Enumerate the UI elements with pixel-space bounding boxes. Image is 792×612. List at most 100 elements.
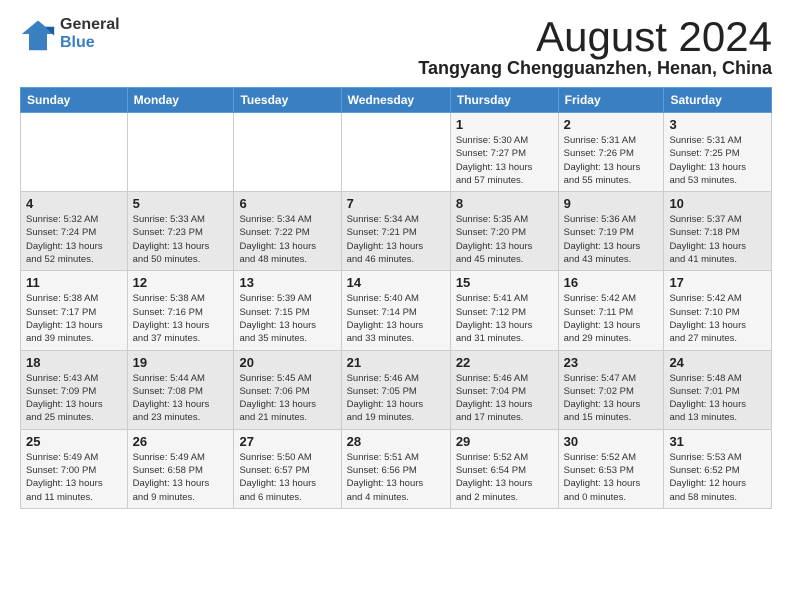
logo-text: General Blue <box>60 16 120 51</box>
day-number: 7 <box>347 196 445 211</box>
week-row-3: 11Sunrise: 5:38 AM Sunset: 7:17 PM Dayli… <box>21 271 772 350</box>
day-cell: 30Sunrise: 5:52 AM Sunset: 6:53 PM Dayli… <box>558 429 664 508</box>
weekday-header-monday: Monday <box>127 88 234 113</box>
week-row-4: 18 Sunrise: 5:43 AM Sunset: 7:09 PM Dayli… <box>21 350 772 429</box>
day-number: 23 <box>564 355 659 370</box>
day-number: 20 <box>239 355 335 370</box>
day-number: 24 <box>669 355 766 370</box>
day-cell: 11Sunrise: 5:38 AM Sunset: 7:17 PM Dayli… <box>21 271 128 350</box>
day-number: 22 <box>456 355 553 370</box>
day-info: Sunrise: 5:31 AM Sunset: 7:25 PM Dayligh… <box>669 134 766 187</box>
day-info: Sunrise: 5:32 AM Sunset: 7:24 PM Dayligh… <box>26 213 122 266</box>
day-info: Sunrise: 5:42 AM Sunset: 7:10 PM Dayligh… <box>669 292 766 345</box>
day-number: 29 <box>456 434 553 449</box>
day-info: Sunrise: 5:30 AM Sunset: 7:27 PM Dayligh… <box>456 134 553 187</box>
day-cell: 26 Sunrise: 5:49 AM Sunset: 6:58 PM Dayli… <box>127 429 234 508</box>
day-cell: 6 Sunrise: 5:34 AM Sunset: 7:22 PM Daylig… <box>234 192 341 271</box>
logo-blue-text: Blue <box>60 34 120 52</box>
day-number: 26 <box>133 434 229 449</box>
day-cell: 15 Sunrise: 5:41 AM Sunset: 7:12 PM Dayli… <box>450 271 558 350</box>
day-number: 11 <box>26 275 122 290</box>
day-number: 15 <box>456 275 553 290</box>
day-cell: 22 Sunrise: 5:46 AM Sunset: 7:04 PM Dayli… <box>450 350 558 429</box>
title-section: August 2024 Tangyang Chengguanzhen, Hena… <box>418 16 772 79</box>
day-info: Sunrise: 5:44 AM Sunset: 7:08 PM Dayligh… <box>133 372 229 425</box>
day-number: 10 <box>669 196 766 211</box>
day-info: Sunrise: 5:34 AM Sunset: 7:22 PM Dayligh… <box>239 213 335 266</box>
day-info: Sunrise: 5:36 AM Sunset: 7:19 PM Dayligh… <box>564 213 659 266</box>
day-cell: 12 Sunrise: 5:38 AM Sunset: 7:16 PM Dayli… <box>127 271 234 350</box>
logo-general-text: General <box>60 16 120 34</box>
day-cell: 16Sunrise: 5:42 AM Sunset: 7:11 PM Dayli… <box>558 271 664 350</box>
day-info: Sunrise: 5:46 AM Sunset: 7:05 PM Dayligh… <box>347 372 445 425</box>
logo-icon <box>20 16 56 52</box>
week-row-5: 25 Sunrise: 5:49 AM Sunset: 7:00 PM Dayli… <box>21 429 772 508</box>
day-cell: 31 Sunrise: 5:53 AM Sunset: 6:52 PM Dayli… <box>664 429 772 508</box>
day-info: Sunrise: 5:52 AM Sunset: 6:54 PM Dayligh… <box>456 451 553 504</box>
day-info: Sunrise: 5:37 AM Sunset: 7:18 PM Dayligh… <box>669 213 766 266</box>
day-cell: 13Sunrise: 5:39 AM Sunset: 7:15 PM Dayli… <box>234 271 341 350</box>
day-cell: 14 Sunrise: 5:40 AM Sunset: 7:14 PM Dayli… <box>341 271 450 350</box>
day-number: 25 <box>26 434 122 449</box>
day-cell: 25 Sunrise: 5:49 AM Sunset: 7:00 PM Dayli… <box>21 429 128 508</box>
weekday-header-thursday: Thursday <box>450 88 558 113</box>
day-cell: 29 Sunrise: 5:52 AM Sunset: 6:54 PM Dayli… <box>450 429 558 508</box>
day-number: 14 <box>347 275 445 290</box>
day-cell: 5 Sunrise: 5:33 AM Sunset: 7:23 PM Daylig… <box>127 192 234 271</box>
day-info: Sunrise: 5:47 AM Sunset: 7:02 PM Dayligh… <box>564 372 659 425</box>
calendar-table: SundayMondayTuesdayWednesdayThursdayFrid… <box>20 87 772 509</box>
day-number: 12 <box>133 275 229 290</box>
day-cell: 28 Sunrise: 5:51 AM Sunset: 6:56 PM Dayli… <box>341 429 450 508</box>
day-info: Sunrise: 5:43 AM Sunset: 7:09 PM Dayligh… <box>26 372 122 425</box>
weekday-header-tuesday: Tuesday <box>234 88 341 113</box>
day-cell: 9 Sunrise: 5:36 AM Sunset: 7:19 PM Daylig… <box>558 192 664 271</box>
day-info: Sunrise: 5:35 AM Sunset: 7:20 PM Dayligh… <box>456 213 553 266</box>
day-number: 21 <box>347 355 445 370</box>
day-cell: 4Sunrise: 5:32 AM Sunset: 7:24 PM Daylig… <box>21 192 128 271</box>
day-info: Sunrise: 5:52 AM Sunset: 6:53 PM Dayligh… <box>564 451 659 504</box>
day-number: 27 <box>239 434 335 449</box>
day-info: Sunrise: 5:51 AM Sunset: 6:56 PM Dayligh… <box>347 451 445 504</box>
day-cell: 8 Sunrise: 5:35 AM Sunset: 7:20 PM Daylig… <box>450 192 558 271</box>
day-cell: 20 Sunrise: 5:45 AM Sunset: 7:06 PM Dayli… <box>234 350 341 429</box>
day-number: 31 <box>669 434 766 449</box>
weekday-header-friday: Friday <box>558 88 664 113</box>
day-number: 9 <box>564 196 659 211</box>
day-number: 19 <box>133 355 229 370</box>
day-number: 18 <box>26 355 122 370</box>
day-number: 28 <box>347 434 445 449</box>
day-number: 3 <box>669 117 766 132</box>
day-number: 6 <box>239 196 335 211</box>
day-cell: 23 Sunrise: 5:47 AM Sunset: 7:02 PM Dayli… <box>558 350 664 429</box>
weekday-header-row: SundayMondayTuesdayWednesdayThursdayFrid… <box>21 88 772 113</box>
day-number: 5 <box>133 196 229 211</box>
day-info: Sunrise: 5:41 AM Sunset: 7:12 PM Dayligh… <box>456 292 553 345</box>
day-info: Sunrise: 5:45 AM Sunset: 7:06 PM Dayligh… <box>239 372 335 425</box>
day-cell: 17 Sunrise: 5:42 AM Sunset: 7:10 PM Dayli… <box>664 271 772 350</box>
day-number: 16 <box>564 275 659 290</box>
day-info: Sunrise: 5:49 AM Sunset: 7:00 PM Dayligh… <box>26 451 122 504</box>
day-info: Sunrise: 5:31 AM Sunset: 7:26 PM Dayligh… <box>564 134 659 187</box>
day-info: Sunrise: 5:49 AM Sunset: 6:58 PM Dayligh… <box>133 451 229 504</box>
day-cell: 1 Sunrise: 5:30 AM Sunset: 7:27 PM Daylig… <box>450 113 558 192</box>
weekday-header-saturday: Saturday <box>664 88 772 113</box>
day-info: Sunrise: 5:48 AM Sunset: 7:01 PM Dayligh… <box>669 372 766 425</box>
location-title: Tangyang Chengguanzhen, Henan, China <box>418 58 772 79</box>
day-info: Sunrise: 5:39 AM Sunset: 7:15 PM Dayligh… <box>239 292 335 345</box>
day-number: 17 <box>669 275 766 290</box>
weekday-header-wednesday: Wednesday <box>341 88 450 113</box>
logo: General Blue <box>20 16 120 52</box>
weekday-header-sunday: Sunday <box>21 88 128 113</box>
day-info: Sunrise: 5:40 AM Sunset: 7:14 PM Dayligh… <box>347 292 445 345</box>
day-info: Sunrise: 5:53 AM Sunset: 6:52 PM Dayligh… <box>669 451 766 504</box>
day-info: Sunrise: 5:46 AM Sunset: 7:04 PM Dayligh… <box>456 372 553 425</box>
day-number: 1 <box>456 117 553 132</box>
day-info: Sunrise: 5:33 AM Sunset: 7:23 PM Dayligh… <box>133 213 229 266</box>
day-number: 8 <box>456 196 553 211</box>
day-cell: 2Sunrise: 5:31 AM Sunset: 7:26 PM Daylig… <box>558 113 664 192</box>
day-cell <box>21 113 128 192</box>
day-cell <box>127 113 234 192</box>
header: General Blue August 2024 Tangyang Chengg… <box>20 16 772 79</box>
day-info: Sunrise: 5:38 AM Sunset: 7:16 PM Dayligh… <box>133 292 229 345</box>
day-info: Sunrise: 5:50 AM Sunset: 6:57 PM Dayligh… <box>239 451 335 504</box>
